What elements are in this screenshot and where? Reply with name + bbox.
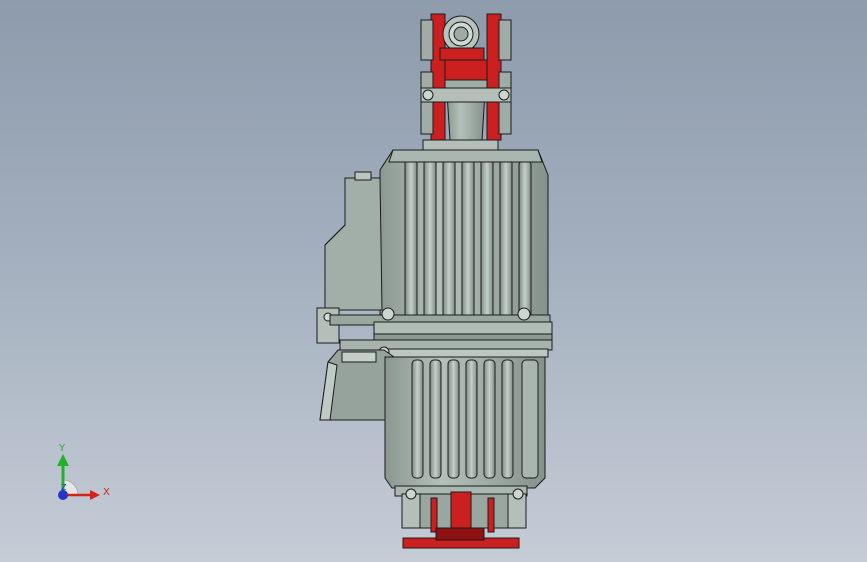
y-axis-label: Y — [59, 443, 66, 454]
coordinate-triad: X Y Z — [40, 440, 120, 510]
cylinder-body[interactable] — [384, 356, 546, 489]
y-axis-arrowhead — [57, 454, 69, 466]
x-axis-label: X — [103, 487, 110, 498]
x-axis-arrowhead — [90, 490, 100, 500]
triad-arrows — [57, 454, 100, 500]
3d-graphics-viewport[interactable]: X Y Z — [0, 0, 867, 562]
bottom-mount[interactable] — [394, 485, 528, 549]
thruster-assembly-model[interactable] — [0, 0, 867, 562]
lower-junction-box[interactable] — [319, 349, 395, 421]
top-clevis[interactable] — [420, 13, 512, 152]
motor-housing[interactable] — [379, 149, 549, 323]
z-axis-label: Z — [61, 483, 67, 492]
